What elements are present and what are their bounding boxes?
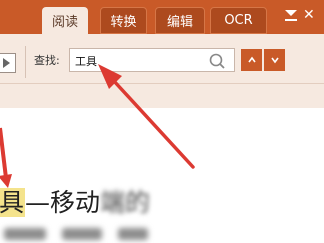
annotation-arrowhead bbox=[0, 174, 12, 188]
annotation-arrow-line bbox=[111, 78, 195, 169]
annotation-arrows bbox=[0, 64, 195, 188]
annotation-arrow-line bbox=[0, 127, 8, 179]
